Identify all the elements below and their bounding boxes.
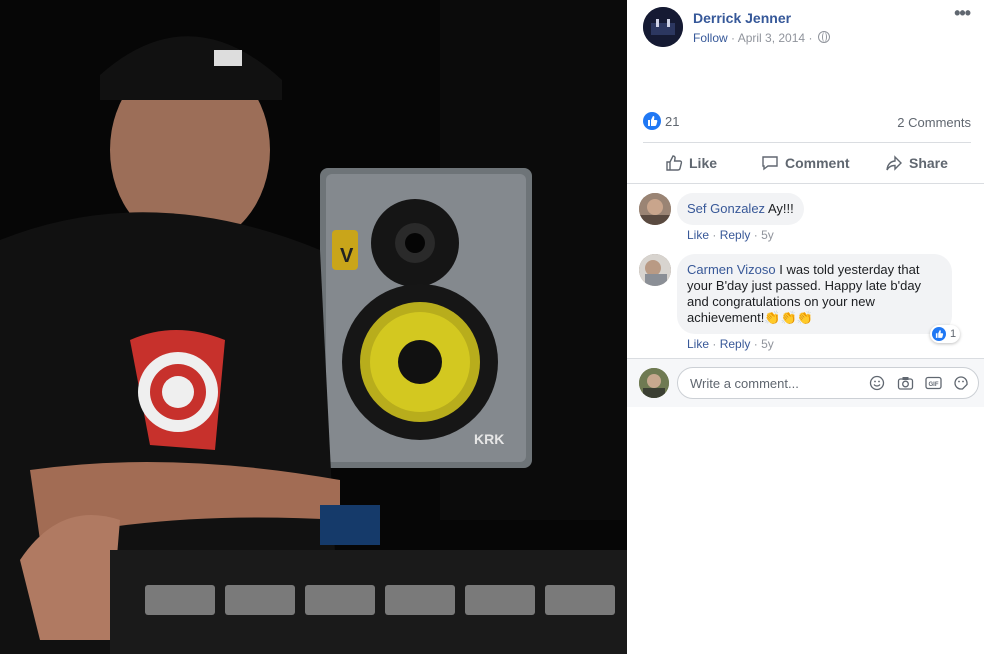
comment-text: Ay!!! xyxy=(767,201,794,216)
comment-age[interactable]: 5y xyxy=(761,337,774,351)
comment-item: Carmen Vizoso I was told yesterday that … xyxy=(639,254,979,354)
meta-separator: · xyxy=(731,31,736,45)
comment-reaction-pill[interactable]: 1 xyxy=(930,325,961,343)
like-label: Like xyxy=(689,155,718,171)
comment-item: Sef Gonzalez Ay!!! Like · Reply · 5y xyxy=(639,193,969,248)
gif-icon[interactable]: GIF xyxy=(924,374,942,392)
author-avatar[interactable] xyxy=(643,7,683,47)
like-count[interactable]: 21 xyxy=(665,114,679,129)
comment-reaction-count: 1 xyxy=(950,328,957,340)
svg-text:V: V xyxy=(340,245,354,267)
comment-bubble: Sef Gonzalez Ay!!! xyxy=(677,193,804,225)
comment-reply-link[interactable]: Reply xyxy=(720,228,751,242)
post-header: Derrick Jenner Follow · April 3, 2014 · xyxy=(643,7,973,51)
comment-icon xyxy=(762,156,778,171)
gif-label: GIF xyxy=(928,382,938,388)
share-label: Share xyxy=(909,155,948,171)
post-date[interactable]: April 3, 2014 xyxy=(738,31,805,45)
comment-bubble: Carmen Vizoso I was told yesterday that … xyxy=(677,254,952,334)
meta-separator: · xyxy=(808,31,813,45)
more-icon[interactable]: ••• xyxy=(954,4,971,22)
like-icon xyxy=(666,155,683,171)
comment-input-placeholder: Write a comment... xyxy=(690,376,799,391)
like-button[interactable]: Like xyxy=(665,154,717,172)
comment-like-link[interactable]: Like xyxy=(687,337,709,351)
comment-input[interactable]: Write a comment... GIF xyxy=(677,367,979,399)
comment-actions: Like · Reply · 5y xyxy=(687,337,774,351)
comment-text-line: your B'day just passed. Happy late b'day xyxy=(687,278,922,293)
sticker-icon[interactable] xyxy=(952,374,970,392)
svg-text:KRK: KRK xyxy=(474,431,504,447)
post-actions: Like Comment Share xyxy=(643,143,971,183)
globe-icon xyxy=(817,31,830,43)
camera-icon[interactable] xyxy=(896,374,914,392)
post-sidebar: Derrick Jenner Follow · April 3, 2014 · … xyxy=(627,0,984,654)
comment-like-link[interactable]: Like xyxy=(687,228,709,242)
comment-composer: Write a comment... GIF xyxy=(627,358,984,407)
like-badge-icon xyxy=(932,327,946,341)
photo-image: V KRK xyxy=(0,0,627,654)
reaction-summary: 21 2 Comments xyxy=(643,112,971,143)
comment-text-line: achievement!👏👏👏 xyxy=(687,310,813,325)
commenter-name[interactable]: Sef Gonzalez xyxy=(687,201,765,216)
comment-age[interactable]: 5y xyxy=(761,228,774,242)
viewer-avatar[interactable] xyxy=(639,368,669,398)
composer-tools: GIF xyxy=(868,374,970,392)
like-badge-icon[interactable] xyxy=(643,112,661,130)
emoji-icon[interactable] xyxy=(868,374,886,392)
commenter-name[interactable]: Carmen Vizoso xyxy=(687,262,776,277)
comment-button[interactable]: Comment xyxy=(761,154,850,172)
share-icon xyxy=(886,155,902,171)
commenter-avatar[interactable] xyxy=(639,254,671,286)
post-meta: Follow · April 3, 2014 · xyxy=(693,31,830,45)
share-button[interactable]: Share xyxy=(885,154,948,172)
commenter-avatar[interactable] xyxy=(639,193,671,225)
comment-text-line: and congratulations on your new xyxy=(687,294,875,309)
comment-actions: Like · Reply · 5y xyxy=(687,228,774,242)
author-name[interactable]: Derrick Jenner xyxy=(693,10,791,26)
comment-label: Comment xyxy=(785,155,850,171)
comments-count[interactable]: 2 Comments xyxy=(897,115,971,130)
post-photo[interactable]: V KRK xyxy=(0,0,627,654)
comment-reply-link[interactable]: Reply xyxy=(720,337,751,351)
comment-text-line: I was told yesterday that xyxy=(779,262,920,277)
follow-link[interactable]: Follow xyxy=(693,31,728,45)
